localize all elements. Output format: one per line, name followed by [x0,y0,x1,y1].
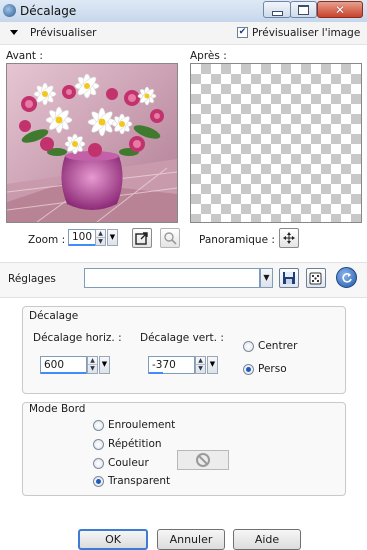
window-title: Décalage [20,4,77,18]
collapse-arrow-icon[interactable] [10,30,18,35]
before-preview[interactable] [6,63,178,223]
spin-up-icon: ▲ [88,357,97,365]
minimize-icon [271,10,283,16]
radio-repetition[interactable] [93,439,104,450]
radio-perso[interactable] [243,364,254,375]
radio-transparent[interactable] [93,476,104,487]
radio-couleur[interactable] [93,458,104,469]
checkmark-icon: ✔ [238,27,247,37]
before-label: Avant : [6,50,43,62]
vertical-offset-dropdown[interactable]: ▼ [207,356,218,374]
spin-down-icon: ▼ [198,365,203,372]
close-button[interactable]: ✕ [317,1,363,18]
color-swatch[interactable] [177,450,229,470]
horizontal-offset-spinner[interactable]: ▲ ▼ [87,356,98,374]
zoom-slider-fill [69,244,97,246]
reset-arrow-icon [341,272,352,283]
horizontal-offset-dropdown[interactable]: ▼ [99,356,110,374]
preset-dropdown-button[interactable]: ▼ [260,268,273,288]
radio-centrer-label[interactable]: Centrer [258,340,297,352]
radio-enroulement[interactable] [93,420,104,431]
settings-label: Réglages [8,273,56,285]
zoom-label: Zoom : [28,234,66,246]
app-icon [3,4,16,17]
magnifier-icon [164,232,177,245]
dropdown-arrow-icon: ▼ [209,360,216,368]
preview-image-checkbox[interactable]: ✔ [237,27,248,38]
after-preview[interactable] [190,63,362,223]
maximize-button[interactable] [290,1,317,18]
pan-button[interactable] [279,228,299,248]
fit-zoom-button[interactable] [132,228,152,248]
dropdown-arrow-icon: ▼ [263,273,270,282]
radio-perso-label[interactable]: Perso [258,363,287,375]
radio-repetition-label[interactable]: Répétition [108,438,162,450]
minimize-button[interactable] [263,1,291,18]
dropdown-arrow-icon: ▼ [109,233,116,241]
radio-selected-dot [96,479,101,484]
maximize-icon [298,4,309,15]
preview-image-label[interactable]: Prévisualiser l'image [252,27,360,39]
horizontal-offset-label: Décalage horiz. : [33,332,122,344]
radio-couleur-label[interactable]: Couleur [108,457,149,469]
horizontal-offset-slider-fill [41,372,86,374]
spin-down-icon: ▼ [98,238,103,245]
edge-mode-group [22,402,346,496]
cancel-button[interactable]: Annuler [157,529,225,550]
vertical-offset-spinner[interactable]: ▲ ▼ [195,356,206,374]
close-icon: ✕ [334,2,346,17]
radio-transparent-label[interactable]: Transparent [108,475,170,487]
radio-centrer[interactable] [243,341,254,352]
reset-button[interactable] [336,267,357,288]
preview-section-label: Prévisualiser [30,27,97,39]
help-button[interactable]: Aide [233,529,301,550]
flower-bouquet-image [7,64,177,222]
spin-up-icon: ▲ [96,230,105,238]
after-label: Après : [190,50,227,62]
save-preset-button[interactable] [279,268,299,288]
floppy-disk-icon [283,272,295,284]
radio-selected-dot [246,367,251,372]
vertical-offset-label: Décalage vert. : [140,332,224,344]
dice-icon [309,272,322,285]
no-color-icon [196,453,210,467]
randomize-button[interactable] [306,268,326,288]
radio-enroulement-label[interactable]: Enroulement [108,419,175,431]
offset-group-title: Décalage [29,310,79,322]
fit-window-icon [135,232,148,245]
vertical-offset-slider-fill [149,372,163,374]
edge-mode-group-title: Mode Bord [29,403,86,415]
move-arrows-icon [283,232,295,244]
zoom-spinner[interactable]: ▲ ▼ [95,229,106,246]
dropdown-arrow-icon: ▼ [101,360,108,368]
zoom-reset-button[interactable] [160,228,180,248]
spin-up-icon: ▲ [196,357,205,365]
spin-down-icon: ▼ [90,365,95,372]
zoom-dropdown[interactable]: ▼ [107,229,118,246]
preset-combo[interactable] [84,268,260,288]
ok-button[interactable]: OK [78,529,148,550]
pan-label: Panoramique : [199,234,275,246]
